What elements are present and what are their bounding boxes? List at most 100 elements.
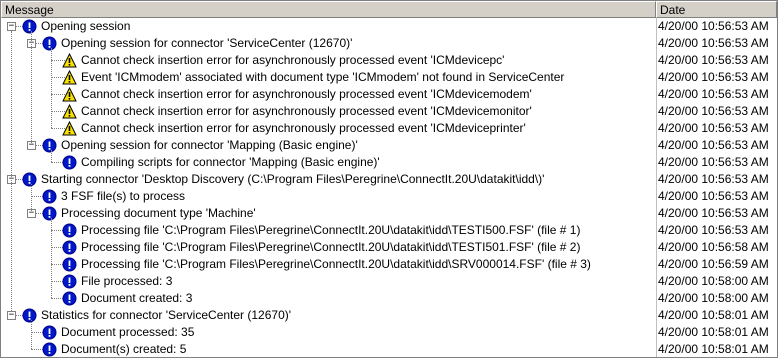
log-row[interactable]: Processing file 'C:\Program Files\Peregr… (1, 256, 777, 273)
message-text: 3 FSF file(s) to process (61, 189, 186, 203)
message-text: Opening session for connector 'ServiceCe… (61, 36, 353, 50)
date-cell: 4/20/00 10:56:53 AM (658, 223, 769, 237)
message-cell: − Processing document type 'Machine' (1, 205, 655, 222)
log-row[interactable]: Cannot check insertion error for asynchr… (1, 103, 777, 120)
message-text: Document created: 3 (81, 291, 193, 305)
log-row[interactable]: − Processing document type 'Machine' 4/20/… (1, 205, 777, 222)
message-cell: Processing file 'C:\Program Files\Peregr… (1, 256, 655, 273)
message-cell: Document processed: 35 (1, 324, 655, 341)
log-row[interactable]: − Starting connector 'Desktop Discovery (… (1, 171, 777, 188)
log-row[interactable]: Document processed: 35 4/20/00 10:58:01 A… (1, 324, 777, 341)
log-row[interactable]: Cannot check insertion error for asynchr… (1, 86, 777, 103)
message-text: Cannot check insertion error for asynchr… (81, 53, 505, 67)
info-icon (62, 223, 77, 238)
info-icon (42, 206, 57, 221)
message-text: Cannot check insertion error for asynchr… (81, 104, 532, 118)
info-icon (62, 274, 77, 289)
message-cell: Processing file 'C:\Program Files\Peregr… (1, 239, 655, 256)
message-text: Opening session (41, 19, 131, 33)
tree-branch-line (51, 150, 52, 162)
log-row[interactable]: File processed: 3 4/20/00 10:58:00 AM (1, 273, 777, 290)
warning-icon (62, 86, 77, 102)
message-text: Opening session for connector 'Mapping (… (61, 138, 358, 152)
message-text: Processing file 'C:\Program Files\Peregr… (81, 223, 581, 237)
date-cell: 4/20/00 10:56:53 AM (658, 206, 769, 220)
date-cell: 4/20/00 10:56:53 AM (658, 53, 769, 67)
info-icon (42, 342, 57, 357)
message-text: Cannot check insertion error for asynchr… (81, 121, 526, 135)
message-cell: − Opening session for connector 'ServiceC… (1, 35, 655, 52)
log-row[interactable]: Compiling scripts for connector 'Mapping… (1, 154, 777, 171)
warning-icon (62, 120, 77, 136)
date-cell: 4/20/00 10:58:00 AM (658, 274, 769, 288)
message-text: File processed: 3 (81, 274, 173, 288)
message-cell: Cannot check insertion error for asynchr… (1, 52, 655, 69)
info-icon (42, 325, 57, 340)
message-cell: Cannot check insertion error for asynchr… (1, 103, 655, 120)
message-cell: Cannot check insertion error for asynchr… (1, 120, 655, 137)
date-cell: 4/20/00 10:56:53 AM (658, 36, 769, 50)
log-row[interactable]: − Opening session for connector 'Mapping … (1, 137, 777, 154)
info-icon (62, 240, 77, 255)
message-cell: Cannot check insertion error for asynchr… (1, 86, 655, 103)
date-cell: 4/20/00 10:56:53 AM (658, 189, 769, 203)
log-row[interactable]: Document(s) created: 5 4/20/00 10:58:01 A… (1, 341, 777, 357)
date-cell: 4/20/00 10:56:53 AM (658, 121, 769, 135)
message-cell: − Opening session for connector 'Mapping … (1, 137, 655, 154)
collapse-toggle[interactable]: − (7, 22, 16, 31)
log-row[interactable]: Event 'ICMmodem' associated with documen… (1, 69, 777, 86)
message-cell: Document created: 3 (1, 290, 655, 307)
info-icon (62, 291, 77, 306)
log-row[interactable]: Processing file 'C:\Program Files\Peregr… (1, 222, 777, 239)
date-cell: 4/20/00 10:58:01 AM (658, 308, 769, 322)
message-text: Cannot check insertion error for asynchr… (81, 87, 532, 101)
message-cell: File processed: 3 (1, 273, 655, 290)
message-text: Processing file 'C:\Program Files\Peregr… (81, 257, 591, 271)
log-tree: − Opening session 4/20/00 10:56:53 AM − Open… (1, 18, 777, 357)
log-row[interactable]: Processing file 'C:\Program Files\Peregr… (1, 239, 777, 256)
log-row[interactable]: Cannot check insertion error for asynchr… (1, 120, 777, 137)
message-cell: Compiling scripts for connector 'Mapping… (1, 154, 655, 171)
warning-icon (62, 52, 77, 68)
info-icon (62, 155, 77, 170)
message-text: Compiling scripts for connector 'Mapping… (81, 155, 380, 169)
date-cell: 4/20/00 10:58:01 AM (658, 342, 769, 356)
date-cell: 4/20/00 10:58:00 AM (658, 291, 769, 305)
message-cell: − Statistics for connector 'ServiceCenter… (1, 307, 655, 324)
date-column-header[interactable]: Date (656, 1, 777, 18)
message-text: Statistics for connector 'ServiceCenter … (41, 308, 292, 322)
message-text: Document processed: 35 (61, 325, 195, 339)
log-row[interactable]: − Opening session 4/20/00 10:56:53 AM (1, 18, 777, 35)
info-icon (62, 257, 77, 272)
info-icon (42, 189, 57, 204)
date-cell: 4/20/00 10:58:01 AM (658, 325, 769, 339)
log-row[interactable]: Cannot check insertion error for asynchr… (1, 52, 777, 69)
log-row[interactable]: − Opening session for connector 'ServiceC… (1, 35, 777, 52)
warning-icon (62, 69, 77, 85)
warning-icon (62, 103, 77, 119)
tree-branch-line (31, 184, 32, 213)
message-cell: − Starting connector 'Desktop Discovery (… (1, 171, 655, 188)
message-column-header[interactable]: Message (1, 1, 656, 18)
collapse-toggle[interactable]: − (7, 311, 16, 320)
message-text: Processing file 'C:\Program Files\Peregr… (81, 240, 581, 254)
info-icon (22, 308, 37, 323)
info-icon (22, 172, 37, 187)
message-text: Document(s) created: 5 (61, 342, 187, 356)
message-text: Processing document type 'Machine' (61, 206, 256, 220)
log-row[interactable]: Document created: 3 4/20/00 10:58:00 AM (1, 290, 777, 307)
tree-branch-line (31, 31, 32, 145)
date-cell: 4/20/00 10:56:53 AM (658, 138, 769, 152)
message-text: Starting connector 'Desktop Discovery (C… (41, 172, 545, 186)
message-cell: Document(s) created: 5 (1, 341, 655, 357)
tree-root-line (11, 31, 12, 311)
date-cell: 4/20/00 10:56:53 AM (658, 155, 769, 169)
tree-branch-line (31, 320, 32, 349)
log-row[interactable]: 3 FSF file(s) to process 4/20/00 10:56:53… (1, 188, 777, 205)
date-cell: 4/20/00 10:56:53 AM (658, 104, 769, 118)
message-cell: − Opening session (1, 18, 655, 35)
date-cell: 4/20/00 10:56:58 AM (658, 240, 769, 254)
tree-branch-line (51, 218, 52, 298)
log-row[interactable]: − Statistics for connector 'ServiceCenter… (1, 307, 777, 324)
info-icon (22, 19, 37, 34)
